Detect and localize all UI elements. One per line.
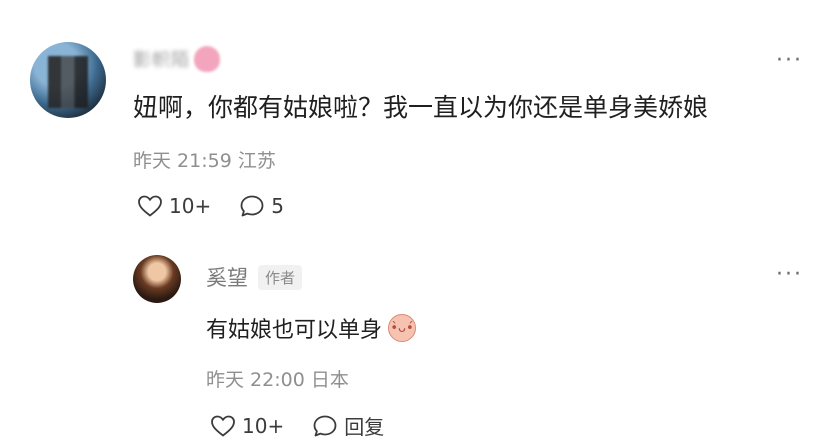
commenter-name[interactable]: 影帜陌 <box>133 44 225 74</box>
reply-text: 有姑娘也可以单身 <box>206 318 383 343</box>
reply-reply-button[interactable]: 回复 <box>312 411 384 440</box>
heart-icon <box>211 415 235 436</box>
comment-like-count: 10+ <box>169 194 212 218</box>
commenter-name-text: 影帜陌 <box>133 50 190 71</box>
reply-more-button[interactable]: ··· <box>776 264 803 286</box>
reply-actions: 10+ 回复 <box>210 411 384 440</box>
heart-icon <box>138 195 162 217</box>
reply-like-count: 10+ <box>242 413 285 438</box>
reply-author-name: 奚望 <box>206 266 248 290</box>
comment-text: 妞啊，你都有姑娘啦？我一直以为你还是单身美娇娘 <box>133 93 709 122</box>
user-badge-icon <box>194 46 220 72</box>
reply-reply-label: 回复 <box>344 415 385 439</box>
chat-bubble-icon <box>240 195 264 217</box>
reply-meta: 昨天 22:00 日本 <box>206 365 349 392</box>
reply-author[interactable]: 奚望 作者 <box>206 262 303 292</box>
comment-meta: 昨天 21:59 江苏 <box>133 146 276 173</box>
comment-more-button[interactable]: ··· <box>776 50 803 72</box>
chat-bubble-icon <box>313 415 337 436</box>
reply-time: 昨天 22:00 <box>206 369 305 391</box>
author-avatar[interactable] <box>133 255 181 303</box>
comment-reply-count: 5 <box>271 194 284 218</box>
pig-emoji-icon: •̀ᴗ•́ <box>388 314 417 342</box>
reply-location: 日本 <box>310 369 349 391</box>
reply-like-button[interactable]: 10+ <box>210 414 284 438</box>
comment-like-button[interactable]: 10+ <box>137 194 211 218</box>
comment-location: 江苏 <box>237 150 276 172</box>
commenter-avatar[interactable] <box>30 42 106 118</box>
comment-actions: 10+ 5 <box>137 194 284 218</box>
comment-time: 昨天 21:59 <box>133 150 232 172</box>
blurred-avatar-image <box>48 56 88 108</box>
comment-reply-count-button[interactable]: 5 <box>239 194 284 218</box>
author-badge: 作者 <box>258 264 303 290</box>
reply-content: 有姑娘也可以单身 •̀ᴗ•́ <box>206 312 417 344</box>
